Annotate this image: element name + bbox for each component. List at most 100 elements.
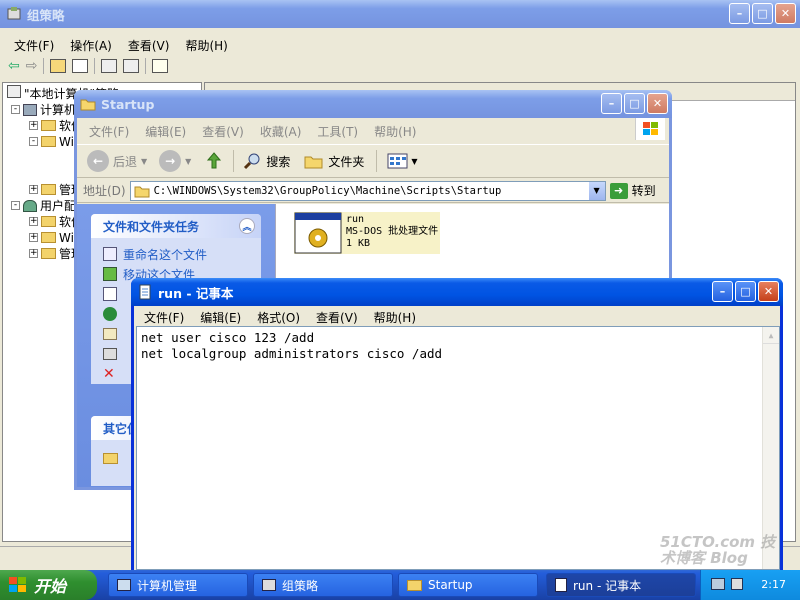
folder-icon [103, 452, 118, 464]
taskbar-item-computer-management[interactable]: 计算机管理 [108, 573, 248, 597]
system-tray: 2:17 [700, 570, 800, 600]
up-folder-button[interactable] [203, 150, 225, 172]
menu-view[interactable]: 查看(V) [194, 120, 252, 143]
taskbar-item-notepad[interactable]: run - 记事本 [546, 573, 696, 597]
menu-edit[interactable]: 编辑(E) [137, 120, 194, 143]
search-icon [244, 153, 260, 170]
folder-icon [41, 184, 56, 195]
back-arrow-icon[interactable]: ⇦ [8, 58, 20, 74]
address-input[interactable]: C:\WINDOWS\System32\GroupPolicy\Machine\… [129, 180, 606, 201]
computer-icon [117, 579, 131, 591]
policy-icon [262, 579, 276, 591]
gpedit-app-icon [6, 6, 22, 22]
menu-tools[interactable]: 工具(T) [309, 120, 366, 143]
clock[interactable]: 2:17 [761, 578, 786, 591]
taskbar-item-startup[interactable]: Startup [398, 573, 538, 597]
vertical-scrollbar[interactable]: ▲ [762, 327, 779, 569]
file-item-run[interactable]: run MS-DOS 批处理文件 1 KB [294, 212, 441, 254]
task-rename[interactable]: 重命名这个文件 [91, 244, 261, 264]
explorer-toolbar: ← 后退 ▼ → ▼ 搜索 文件夹 ▼ [77, 144, 669, 178]
minimize-button[interactable]: – [729, 3, 750, 24]
menu-help[interactable]: 帮助(H) [366, 120, 424, 143]
close-button[interactable]: ✕ [758, 281, 779, 302]
show-hide-tree-icon[interactable] [72, 59, 89, 73]
chevron-down-icon[interactable]: ▼ [185, 157, 191, 166]
network-icon[interactable] [711, 578, 725, 590]
start-button[interactable]: 开始 [0, 570, 97, 600]
expand-icon[interactable]: + [29, 217, 38, 226]
close-button[interactable]: ✕ [775, 3, 796, 24]
folder-icon [304, 156, 323, 169]
address-bar: 地址(D) C:\WINDOWS\System32\GroupPolicy\Ma… [77, 179, 669, 203]
folder-icon [134, 186, 150, 197]
notepad-icon [137, 284, 153, 300]
close-button[interactable]: ✕ [647, 93, 668, 114]
delete-x-icon: ✕ [103, 366, 115, 382]
notepad-text-area[interactable]: net user cisco 123 /add net localgroup a… [136, 326, 780, 570]
text-line: net localgroup administrators cisco /add [141, 346, 443, 361]
computer-icon [23, 103, 37, 116]
maximize-button[interactable]: □ [752, 3, 773, 24]
go-button[interactable]: ➜ 转到 [609, 182, 656, 199]
forward-arrow-icon: → [159, 150, 182, 172]
up-arrow-icon [207, 152, 222, 169]
file-name: run [346, 214, 365, 225]
gpedit-titlebar[interactable]: 组策略 – □ ✕ [0, 0, 800, 28]
menu-file[interactable]: 文件(F) [6, 34, 62, 57]
folders-button[interactable]: 文件夹 [304, 152, 364, 170]
views-button[interactable]: ▼ [387, 152, 418, 170]
file-type: MS-DOS 批处理文件 [346, 226, 439, 237]
export-list-icon[interactable] [123, 59, 140, 73]
menu-favorites[interactable]: 收藏(A) [252, 120, 310, 143]
help-icon[interactable] [152, 59, 169, 73]
copy-icon [103, 287, 117, 301]
up-folder-icon[interactable] [50, 59, 67, 73]
scroll-up-arrow-icon[interactable]: ▲ [763, 327, 779, 344]
notepad-icon [555, 578, 567, 592]
volume-icon[interactable] [731, 578, 743, 590]
go-arrow-icon: ➜ [609, 182, 628, 199]
menu-help[interactable]: 帮助(H) [177, 34, 235, 57]
folder-icon [41, 136, 56, 147]
views-icon [387, 153, 408, 169]
explorer-title: Startup [101, 96, 155, 112]
policy-icon [7, 85, 21, 98]
forward-arrow-icon[interactable]: ⇨ [26, 58, 38, 74]
back-button[interactable]: ← 后退 ▼ [87, 150, 147, 172]
address-dropdown-button[interactable]: ▼ [588, 181, 605, 200]
taskbar-item-gpedit[interactable]: 组策略 [253, 573, 393, 597]
folder-icon [80, 96, 96, 112]
folder-icon [41, 216, 56, 227]
printer-icon [103, 348, 117, 360]
expand-icon[interactable]: + [29, 121, 38, 130]
user-icon [23, 199, 37, 212]
forward-button[interactable]: → ▼ [159, 150, 191, 172]
notepad-titlebar[interactable]: run - 记事本 – □ ✕ [131, 278, 783, 306]
explorer-titlebar[interactable]: Startup – □ ✕ [74, 90, 672, 118]
minimize-button[interactable]: – [712, 281, 733, 302]
gpedit-title: 组策略 [27, 7, 65, 23]
collapse-icon[interactable]: - [29, 137, 38, 146]
maximize-button[interactable]: □ [624, 93, 645, 114]
folder-icon [41, 248, 56, 259]
folder-icon [41, 232, 56, 243]
expand-icon[interactable]: + [29, 249, 38, 258]
chevron-down-icon[interactable]: ▼ [141, 157, 147, 166]
menu-file[interactable]: 文件(F) [81, 120, 137, 143]
chevron-down-icon: ▼ [411, 156, 418, 166]
menu-action[interactable]: 操作(A) [62, 34, 120, 57]
move-icon [103, 267, 117, 281]
collapse-icon[interactable]: - [11, 201, 20, 210]
properties-icon[interactable] [101, 59, 118, 73]
maximize-button[interactable]: □ [735, 281, 756, 302]
expand-icon[interactable]: + [29, 185, 38, 194]
minimize-button[interactable]: – [601, 93, 622, 114]
file-tasks-header[interactable]: 文件和文件夹任务 ︽ [91, 214, 261, 238]
expand-icon[interactable]: + [29, 233, 38, 242]
search-button[interactable]: 搜索 [242, 151, 290, 171]
folder-icon [407, 579, 422, 591]
back-arrow-icon: ← [87, 150, 109, 172]
collapse-icon[interactable]: - [11, 105, 20, 114]
collapse-chevron-icon[interactable]: ︽ [239, 218, 255, 234]
menu-view[interactable]: 查看(V) [120, 34, 178, 57]
